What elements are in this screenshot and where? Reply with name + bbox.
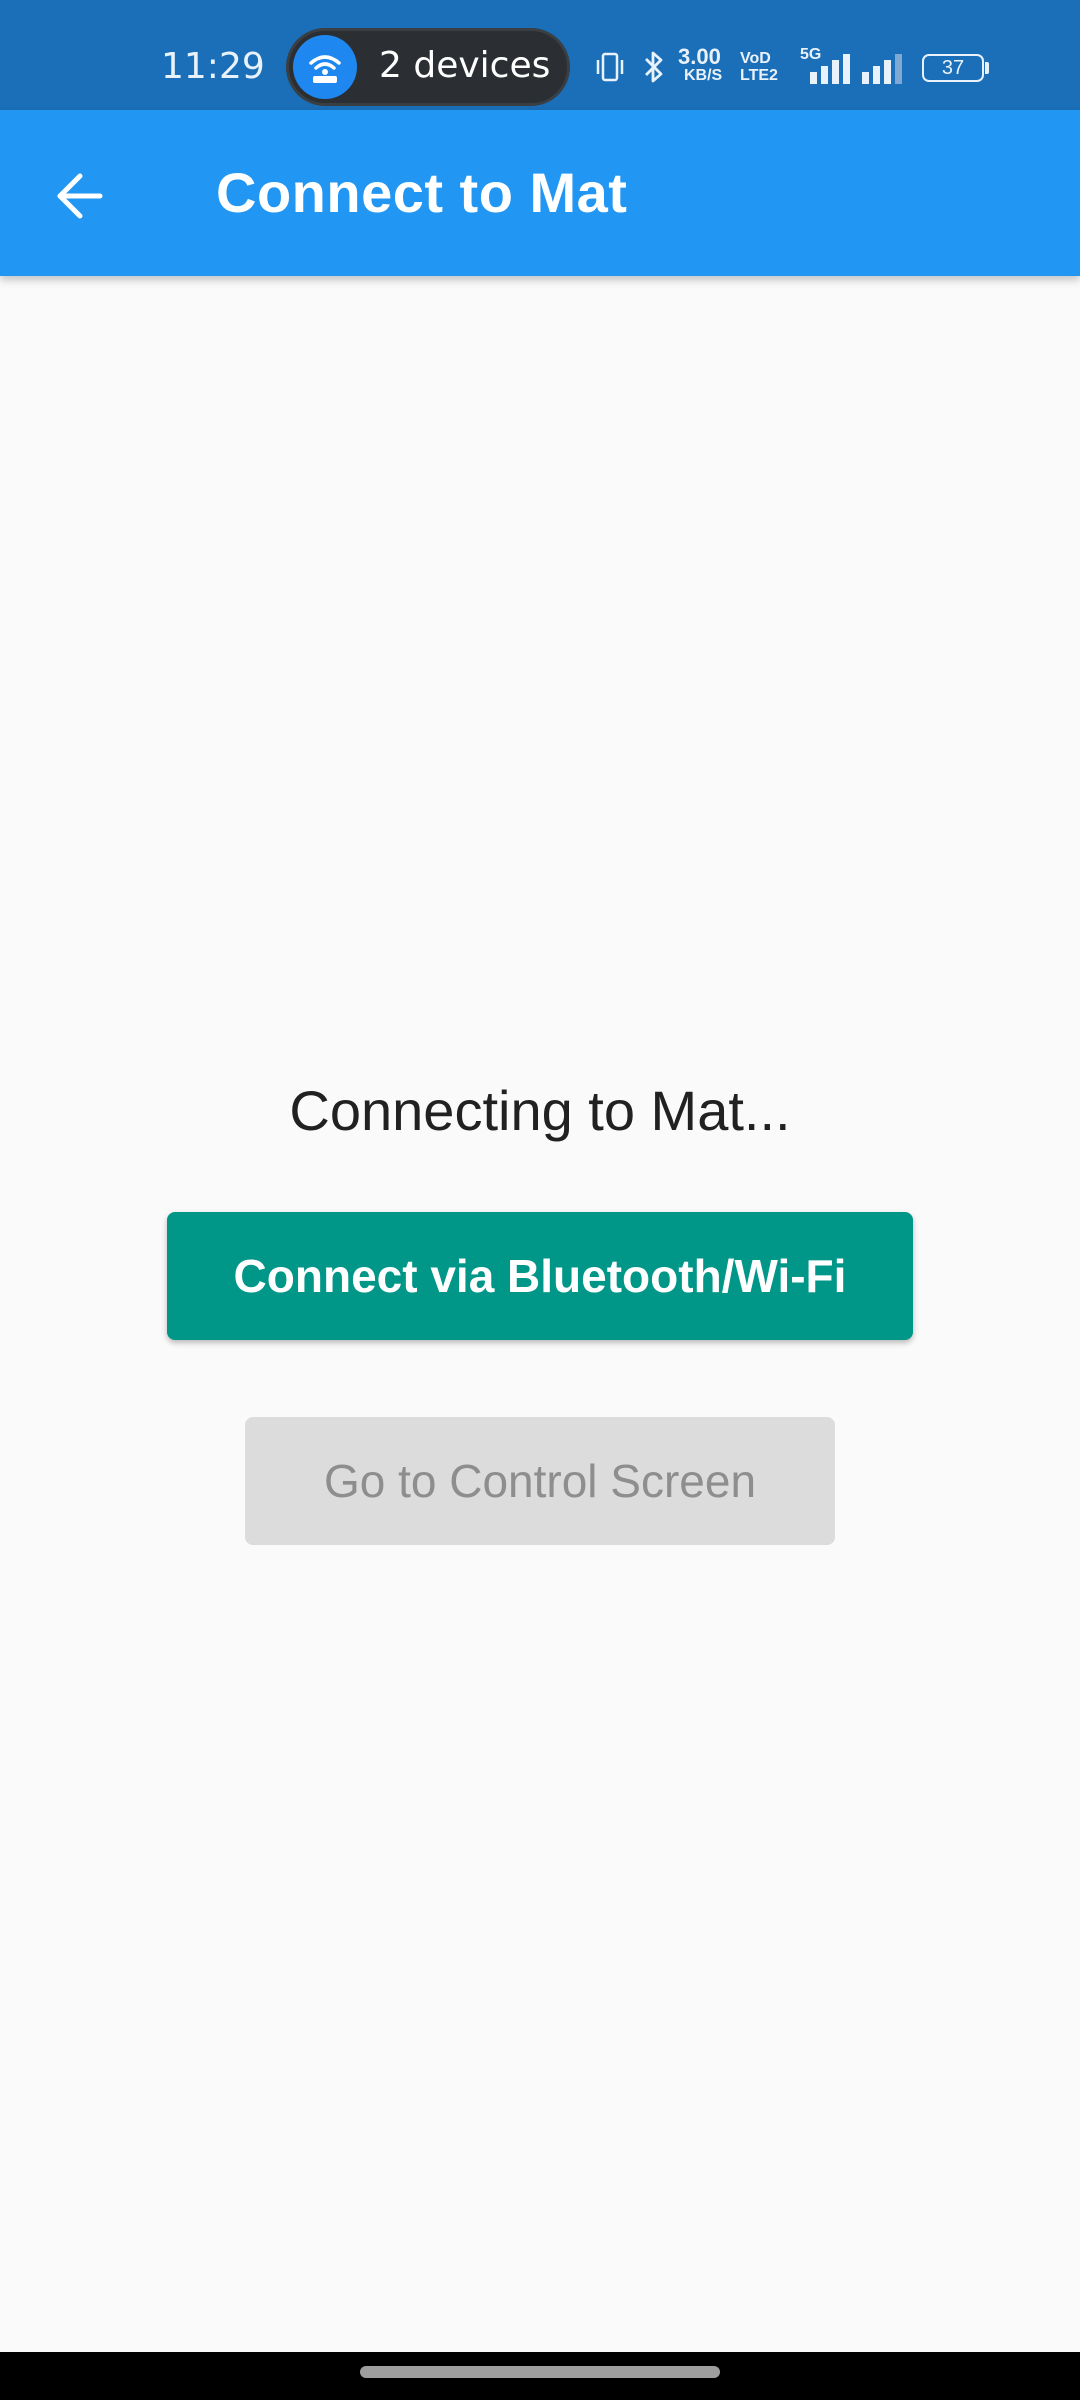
back-button[interactable] — [40, 156, 130, 236]
screen: 11:29 2 devices 3.00 KB/S VoD LTE2 5G 37… — [0, 0, 1080, 2400]
arrow-left-icon — [57, 173, 103, 219]
hotspot-chip[interactable]: 2 devices — [286, 28, 570, 106]
battery-tip — [985, 62, 989, 74]
battery-icon: 37 — [922, 54, 984, 82]
hotspot-devices-label: 2 devices — [379, 45, 551, 86]
navigation-bar — [0, 2352, 1080, 2400]
volte-top-label: VoD — [740, 50, 771, 67]
network-speed-value: 3.00 — [678, 44, 721, 69]
connect-bluetooth-wifi-button[interactable]: Connect via Bluetooth/Wi-Fi — [167, 1212, 913, 1340]
network-speed: 3.00 KB/S — [678, 44, 734, 88]
signal-5g-icon: 5G — [800, 46, 858, 86]
status-time: 11:29 — [161, 46, 265, 87]
bluetooth-icon — [645, 51, 663, 83]
wifi-hotspot-icon — [293, 35, 357, 99]
connecting-status-text: Connecting to Mat... — [289, 1079, 791, 1142]
app-bar: Connect to Mat — [0, 110, 1080, 276]
vibrate-icon — [596, 52, 624, 82]
signal-icon — [862, 54, 902, 84]
network-speed-unit: KB/S — [684, 67, 723, 84]
volte-indicator: VoD LTE2 — [740, 50, 782, 86]
volte-bottom-label: LTE2 — [740, 67, 778, 84]
go-to-control-screen-button[interactable]: Go to Control Screen — [245, 1417, 835, 1545]
status-bar: 11:29 2 devices 3.00 KB/S VoD LTE2 5G 37 — [0, 0, 1080, 110]
home-indicator[interactable] — [360, 2366, 720, 2378]
page-title: Connect to Mat — [216, 161, 628, 224]
battery-level: 37 — [941, 57, 965, 79]
